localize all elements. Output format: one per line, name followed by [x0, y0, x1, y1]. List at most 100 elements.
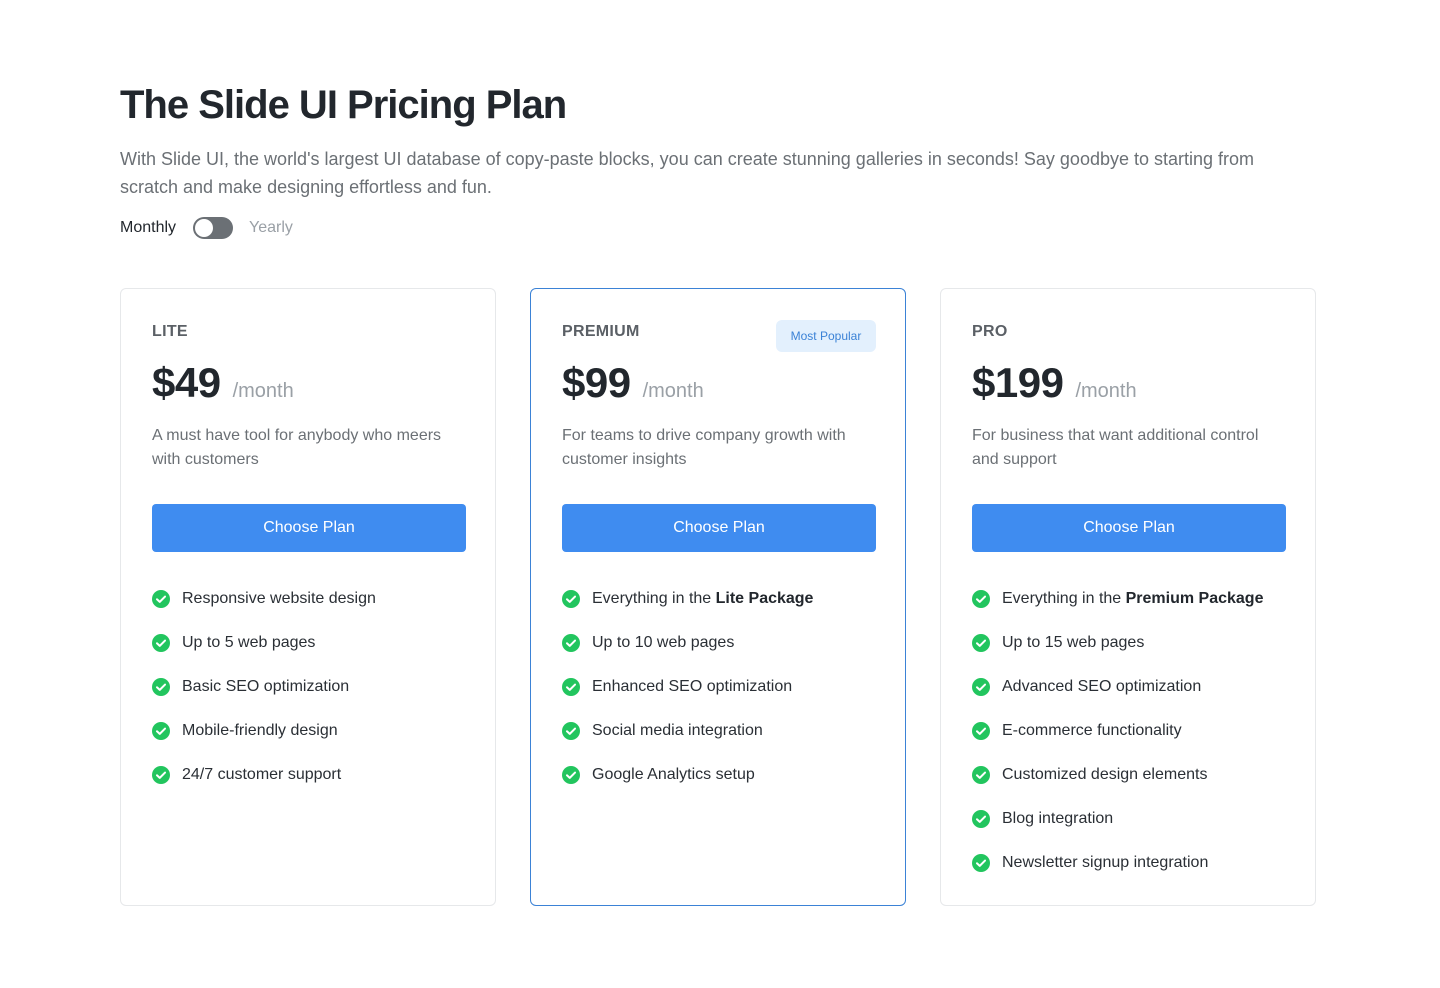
- feature-text: Google Analytics setup: [592, 763, 755, 787]
- feature-text: Basic SEO optimization: [182, 675, 349, 699]
- feature-text: Responsive website design: [182, 587, 376, 611]
- feature-item: Enhanced SEO optimization: [562, 675, 892, 719]
- plan-description: A must have tool for anybody who meers w…: [152, 427, 442, 468]
- most-popular-badge: Most Popular: [776, 320, 876, 352]
- feature-text: Advanced SEO optimization: [1002, 675, 1201, 699]
- feature-text-bold: Premium Package: [1125, 590, 1264, 607]
- check-circle-icon: [562, 722, 580, 740]
- check-circle-icon: [972, 854, 990, 872]
- feature-text: Enhanced SEO optimization: [592, 675, 792, 699]
- check-circle-icon: [562, 590, 580, 608]
- feature-item: Everything in the Lite Package: [562, 587, 892, 631]
- feature-item: Social media integration: [562, 719, 892, 763]
- check-circle-icon: [972, 678, 990, 696]
- billing-period-toggle[interactable]: [193, 217, 234, 239]
- feature-item: Everything in the Premium Package: [972, 587, 1302, 631]
- feature-item: Basic SEO optimization: [152, 675, 482, 719]
- feature-text-main: Google Analytics setup: [592, 766, 755, 783]
- plan-name: LITE: [152, 323, 188, 340]
- feature-text-main: Mobile-friendly design: [182, 722, 338, 739]
- plan-card-lite: LITE $49 /month A must have tool for any…: [120, 288, 496, 906]
- check-circle-icon: [152, 766, 170, 784]
- check-circle-icon: [972, 766, 990, 784]
- feature-text: Up to 15 web pages: [1002, 631, 1144, 655]
- feature-text: Everything in the Lite Package: [592, 587, 813, 611]
- plan-period: /month: [1075, 380, 1137, 402]
- feature-item: Customized design elements: [972, 763, 1302, 807]
- page-title: The Slide UI Pricing Plan: [120, 83, 567, 127]
- plan-description: For business that want additional contro…: [972, 427, 1259, 468]
- price-row: $99 /month: [562, 359, 704, 407]
- feature-list: Everything in the Premium Package Up to 1…: [972, 587, 1302, 895]
- check-circle-icon: [152, 590, 170, 608]
- feature-item: Newsletter signup integration: [972, 851, 1302, 895]
- feature-text: Blog integration: [1002, 807, 1113, 831]
- feature-text: Mobile-friendly design: [182, 719, 338, 743]
- feature-item: Google Analytics setup: [562, 763, 892, 807]
- choose-plan-button-premium[interactable]: Choose Plan: [562, 504, 876, 552]
- feature-text: Newsletter signup integration: [1002, 851, 1208, 875]
- check-circle-icon: [152, 634, 170, 652]
- feature-text-main: Customized design elements: [1002, 766, 1208, 783]
- check-circle-icon: [972, 722, 990, 740]
- feature-item: Advanced SEO optimization: [972, 675, 1302, 719]
- feature-list: Responsive website design Up to 5 web pag…: [152, 587, 482, 807]
- feature-text-main: Social media integration: [592, 722, 763, 739]
- check-circle-icon: [972, 810, 990, 828]
- feature-item: Blog integration: [972, 807, 1302, 851]
- feature-text: Up to 10 web pages: [592, 631, 734, 655]
- check-circle-icon: [562, 766, 580, 784]
- yearly-label[interactable]: Yearly: [249, 219, 293, 237]
- check-circle-icon: [562, 678, 580, 696]
- plan-name: PRO: [972, 323, 1008, 340]
- feature-item: Up to 10 web pages: [562, 631, 892, 675]
- monthly-label[interactable]: Monthly: [120, 219, 176, 237]
- price-row: $199 /month: [972, 359, 1137, 407]
- toggle-knob: [195, 219, 214, 237]
- feature-text-main: Blog integration: [1002, 810, 1114, 827]
- price-row: $49 /month: [152, 359, 294, 407]
- feature-item: Responsive website design: [152, 587, 482, 631]
- feature-text-main: Basic SEO optimization: [182, 678, 350, 695]
- check-circle-icon: [562, 634, 580, 652]
- feature-text: Customized design elements: [1002, 763, 1207, 787]
- feature-text: 24/7 customer support: [182, 763, 341, 787]
- check-circle-icon: [152, 678, 170, 696]
- billing-toggle-group: Monthly Yearly: [120, 215, 293, 241]
- page-subtitle: With Slide UI, the world's largest UI da…: [120, 149, 1255, 197]
- choose-plan-button-lite[interactable]: Choose Plan: [152, 504, 466, 552]
- feature-text-main: Everything in the: [1002, 590, 1126, 607]
- feature-text-main: Up to 10 web pages: [592, 634, 735, 651]
- feature-item: Up to 15 web pages: [972, 631, 1302, 675]
- feature-text-main: 24/7 customer support: [182, 766, 342, 783]
- feature-text-main: Responsive website design: [182, 590, 376, 607]
- feature-text-main: Newsletter signup integration: [1002, 854, 1209, 871]
- plan-price: $199: [972, 359, 1064, 406]
- check-circle-icon: [972, 634, 990, 652]
- plan-card-premium: PREMIUM Most Popular $99 /month For team…: [530, 288, 906, 906]
- feature-text: Up to 5 web pages: [182, 631, 315, 655]
- feature-text: Social media integration: [592, 719, 763, 743]
- plan-name: PREMIUM: [562, 323, 640, 340]
- check-circle-icon: [152, 722, 170, 740]
- feature-text-main: Up to 5 web pages: [182, 634, 316, 651]
- feature-text-main: Everything in the: [592, 590, 716, 607]
- feature-list: Everything in the Lite Package Up to 10 w…: [562, 587, 892, 807]
- feature-text: Everything in the Premium Package: [1002, 587, 1263, 611]
- plan-price: $99: [562, 359, 631, 406]
- feature-item: Up to 5 web pages: [152, 631, 482, 675]
- feature-text-main: E-commerce functionality: [1002, 722, 1182, 739]
- plan-card-pro: PRO $199 /month For business that want a…: [940, 288, 1316, 906]
- feature-text-bold: Lite Package: [715, 590, 814, 607]
- plan-description: For teams to drive company growth with c…: [562, 427, 846, 468]
- feature-item: E-commerce functionality: [972, 719, 1302, 763]
- feature-text-main: Enhanced SEO optimization: [592, 678, 793, 695]
- check-circle-icon: [972, 590, 990, 608]
- feature-text-main: Advanced SEO optimization: [1002, 678, 1202, 695]
- choose-plan-button-pro[interactable]: Choose Plan: [972, 504, 1286, 552]
- plan-period: /month: [642, 380, 704, 402]
- feature-text-main: Up to 15 web pages: [1002, 634, 1145, 651]
- feature-item: 24/7 customer support: [152, 763, 482, 807]
- feature-item: Mobile-friendly design: [152, 719, 482, 763]
- plan-period: /month: [232, 380, 294, 402]
